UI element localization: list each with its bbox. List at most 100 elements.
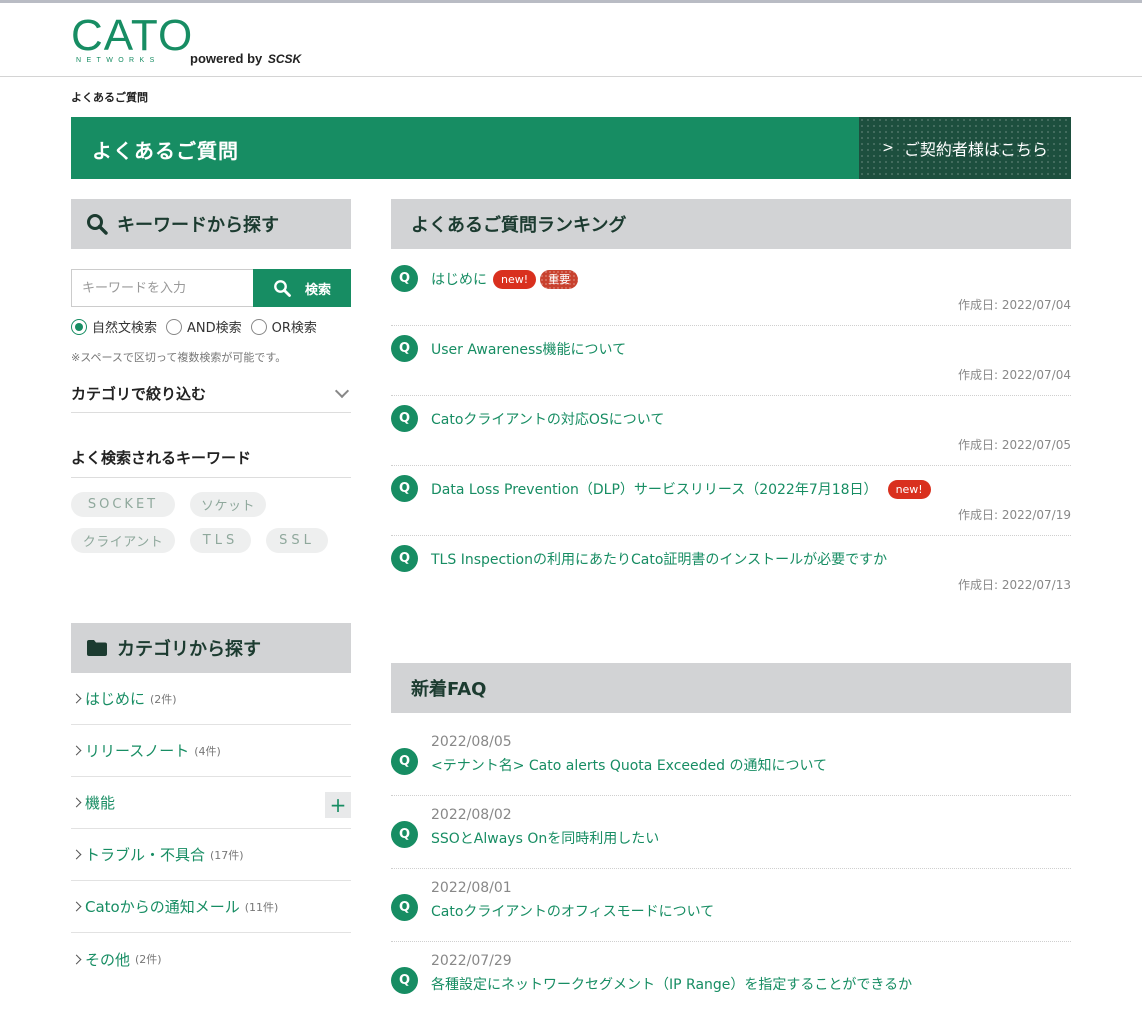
partner-name: SCSK: [267, 52, 302, 66]
ranking-item-date: 作成日: 2022/07/05: [957, 438, 1071, 452]
ranking-item[interactable]: Q User Awareness機能について 作成日: 2022/07/04: [391, 326, 1071, 396]
new-faq-list: 2022/08/05 Q <テナント名> Cato alerts Quota E…: [391, 723, 1071, 1013]
page-title: よくあるご質問: [92, 139, 239, 163]
category-item-release-notes[interactable]: リリースノート (4件): [71, 725, 351, 777]
powered-by-label: powered by: [190, 51, 263, 66]
new-faq-item[interactable]: 2022/08/01 Q Catoクライアントのオフィスモードについて: [391, 869, 1071, 942]
q-icon: Q: [391, 545, 418, 572]
chevron-right-icon: [71, 693, 82, 704]
breadcrumb: よくあるご質問: [71, 91, 148, 104]
ranking-list: Q はじめに new! 重要 作成日: 2022/07/04 Q User Awar…: [391, 256, 1071, 606]
keyword-tag[interactable]: ソケット: [190, 492, 266, 517]
search-input[interactable]: [71, 269, 253, 307]
mode-or-label: OR検索: [271, 321, 317, 336]
keyword-search-heading: キーワードから探す: [71, 199, 351, 249]
category-item-features[interactable]: 機能 +: [71, 777, 351, 829]
mode-or-radio[interactable]: OR検索: [250, 317, 317, 336]
new-faq-title: SSOとAlways Onを同時利用したい: [431, 831, 660, 847]
category-label: はじめに: [85, 690, 146, 708]
search-button[interactable]: 検索: [253, 269, 351, 307]
cato-logo[interactable]: CATO NETWORKS powered by SCSK: [71, 11, 311, 71]
contract-login-label: ご契約者様はこちら: [903, 140, 1048, 159]
category-item-hajimeni[interactable]: はじめに (2件): [71, 673, 351, 725]
q-icon: Q: [391, 894, 418, 921]
keyword-tag[interactable]: TLS: [190, 528, 251, 553]
keyword-tag[interactable]: SOCKET: [71, 492, 175, 517]
chevron-down-icon: [334, 383, 350, 398]
q-icon: Q: [391, 748, 418, 775]
ranking-item-date: 作成日: 2022/07/04: [957, 298, 1071, 312]
mode-natural-label: 自然文検索: [92, 321, 158, 336]
ranking-item[interactable]: Q TLS Inspectionの利用にあたりCato証明書のインストールが必要…: [391, 536, 1071, 606]
category-item-trouble[interactable]: トラブル・不具合 (17件): [71, 829, 351, 881]
category-count: (17件): [210, 848, 244, 862]
keyword-search-heading-label: キーワードから探す: [117, 215, 279, 236]
q-icon: Q: [391, 265, 418, 292]
new-faq-title: 各種設定にネットワークセグメント（IP Range）を指定することができるか: [431, 977, 913, 993]
chevron-right-icon: [71, 954, 82, 964]
category-item-others[interactable]: その他 (2件): [71, 933, 351, 985]
keyword-tag[interactable]: SSL: [266, 528, 328, 553]
chevron-right-icon: [71, 797, 82, 808]
ranking-item-title: User Awareness機能について: [431, 342, 627, 358]
mode-and-radio[interactable]: AND検索: [166, 317, 242, 336]
mode-and-label: AND検索: [187, 321, 242, 336]
category-label: その他: [85, 950, 131, 969]
search-icon: [273, 279, 291, 297]
ranking-item[interactable]: Q はじめに new! 重要 作成日: 2022/07/04: [391, 256, 1071, 326]
popular-keywords-heading: よく検索されるキーワード: [71, 438, 351, 478]
mode-natural-radio[interactable]: 自然文検索: [71, 317, 157, 336]
new-faq-heading: 新着FAQ: [391, 663, 1071, 713]
ranking-item[interactable]: Q Data Loss Prevention（DLP）サービスリリース（2022…: [391, 466, 1071, 536]
new-faq-item[interactable]: 2022/07/29 Q 各種設定にネットワークセグメント（IP Range）を…: [391, 942, 1071, 1013]
site-header: CATO NETWORKS powered by SCSK: [0, 3, 1142, 77]
q-icon: Q: [391, 967, 418, 994]
logo-wordmark: CATO: [71, 11, 194, 60]
category-filter-toggle[interactable]: カテゴリで絞り込む: [71, 375, 351, 413]
new-faq-item[interactable]: 2022/08/05 Q <テナント名> Cato alerts Quota E…: [391, 723, 1071, 796]
category-count: (4件): [194, 744, 221, 758]
category-count: (2件): [135, 953, 162, 966]
chevron-right-icon: >: [882, 140, 894, 156]
ranking-item-title-row: はじめに new! 重要: [431, 269, 579, 289]
ranking-item-title: Data Loss Prevention（DLP）サービスリリース（2022年7…: [431, 482, 878, 498]
q-icon: Q: [391, 335, 418, 362]
new-faq-title: Catoクライアントのオフィスモードについて: [431, 904, 715, 920]
category-item-notification-mail[interactable]: Catoからの通知メール (11件): [71, 881, 351, 933]
category-label: トラブル・不具合: [85, 846, 206, 864]
new-faq-date: 2022/08/05: [431, 734, 512, 750]
q-icon: Q: [391, 821, 418, 848]
keyword-tag[interactable]: クライアント: [71, 528, 175, 553]
category-label: リリースノート: [85, 742, 190, 760]
new-badge: new!: [493, 269, 537, 289]
chevron-right-icon: [71, 849, 82, 860]
ranking-heading: よくあるご質問ランキング: [391, 199, 1071, 249]
ranking-item[interactable]: Q Catoクライアントの対応OSについて 作成日: 2022/07/05: [391, 396, 1071, 466]
category-count: (11件): [244, 900, 279, 914]
powered-by: powered by SCSK: [190, 51, 301, 66]
expand-plus-icon[interactable]: +: [325, 792, 351, 818]
category-list: はじめに (2件) リリースノート (4件) 機能 + トラブル・不具合 (17件) C…: [71, 673, 351, 985]
category-filter-label: カテゴリで絞り込む: [71, 385, 207, 403]
logo-subtitle: NETWORKS: [76, 57, 160, 64]
ranking-item-date: 作成日: 2022/07/19: [957, 508, 1071, 522]
radio-selected-icon: [71, 318, 87, 335]
ranking-item-date: 作成日: 2022/07/04: [957, 368, 1071, 382]
category-label: Catoからの通知メール: [85, 898, 240, 916]
search-button-label: 検索: [304, 282, 331, 298]
category-heading-label: カテゴリから探す: [117, 639, 261, 660]
new-faq-item[interactable]: 2022/08/02 Q SSOとAlways Onを同時利用したい: [391, 796, 1071, 869]
radio-empty-icon: [166, 318, 183, 335]
page-banner: よくあるご質問 > ご契約者様はこちら: [71, 117, 1071, 179]
important-badge: 重要: [540, 269, 579, 289]
chevron-right-icon: [71, 901, 82, 912]
q-icon: Q: [391, 475, 418, 502]
contract-login-button[interactable]: > ご契約者様はこちら: [859, 117, 1071, 179]
search-icon: [85, 212, 109, 236]
search-note: ※スペースで区切って複数検索が可能です。: [71, 351, 287, 364]
chevron-right-icon: [71, 745, 82, 756]
search-form: 検索: [71, 269, 351, 307]
new-faq-date: 2022/07/29: [431, 953, 512, 969]
search-mode-group: 自然文検索 AND検索 OR検索: [71, 317, 361, 336]
category-heading: カテゴリから探す: [71, 623, 351, 673]
